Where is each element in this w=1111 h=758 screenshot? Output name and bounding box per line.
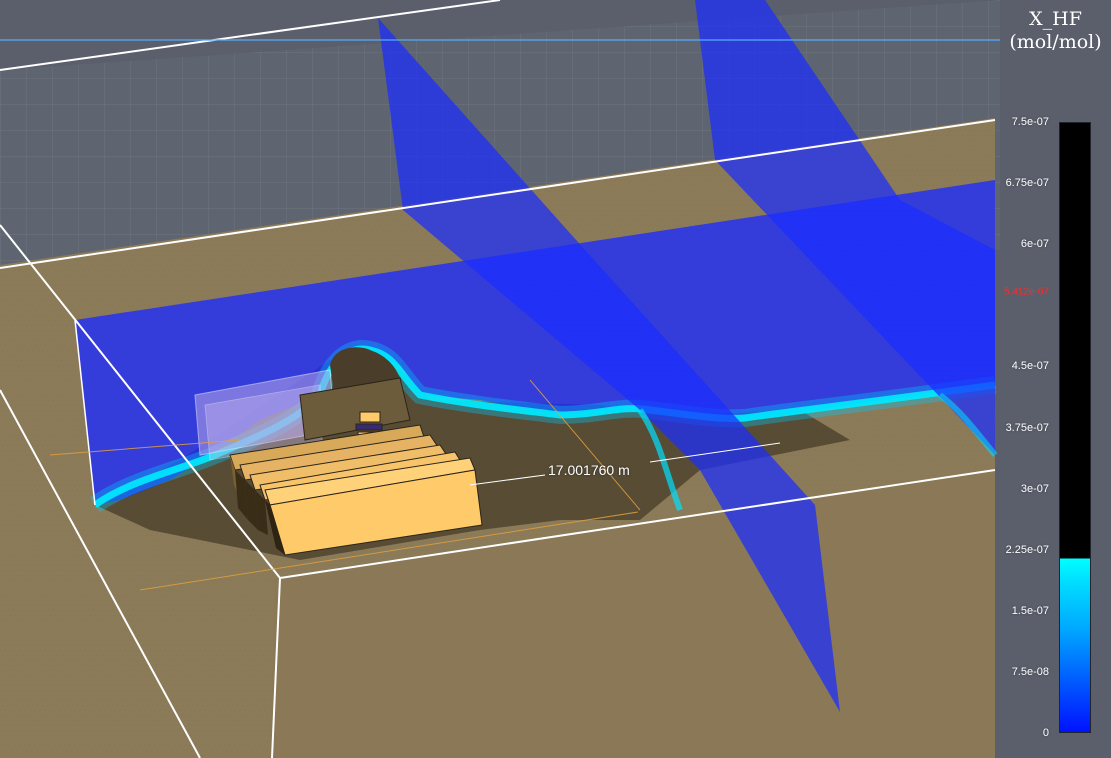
legend-unit: (mol/mol) — [1009, 31, 1102, 53]
colorbar-tick-label: 4.5e-07 — [1011, 360, 1049, 373]
colorbar-tick-label: 0 — [1042, 727, 1049, 739]
colorbar-tick-label: 7.5e-08 — [1011, 665, 1049, 678]
colorbar-tick-label: 1.5e-07 — [1011, 604, 1049, 617]
measurement-label: 17.001760 m — [548, 462, 630, 478]
colorbar-tick-label: 6.75e-07 — [1005, 177, 1049, 190]
scene-canvas[interactable] — [0, 0, 1111, 758]
colorbar-tick-label: 3e-07 — [1020, 482, 1049, 495]
colorbar-tick-label: 6e-07 — [1020, 238, 1049, 251]
3d-viewport[interactable]: X_HF (mol/mol) 7.5e-07 6.75e-07 6e-07 4.5e-… — [0, 0, 1111, 758]
legend-variable-name: X_HF — [1029, 8, 1082, 30]
colorbar-tick-label: 2.25e-07 — [1005, 543, 1049, 556]
colorbar-tick-label: 3.75e-07 — [1005, 421, 1049, 434]
colorbar[interactable] — [1059, 122, 1091, 733]
colorbar-marker-label: 5.412e-07 — [1003, 286, 1049, 298]
colorbar-tick-label: 7.5e-07 — [1011, 116, 1049, 128]
